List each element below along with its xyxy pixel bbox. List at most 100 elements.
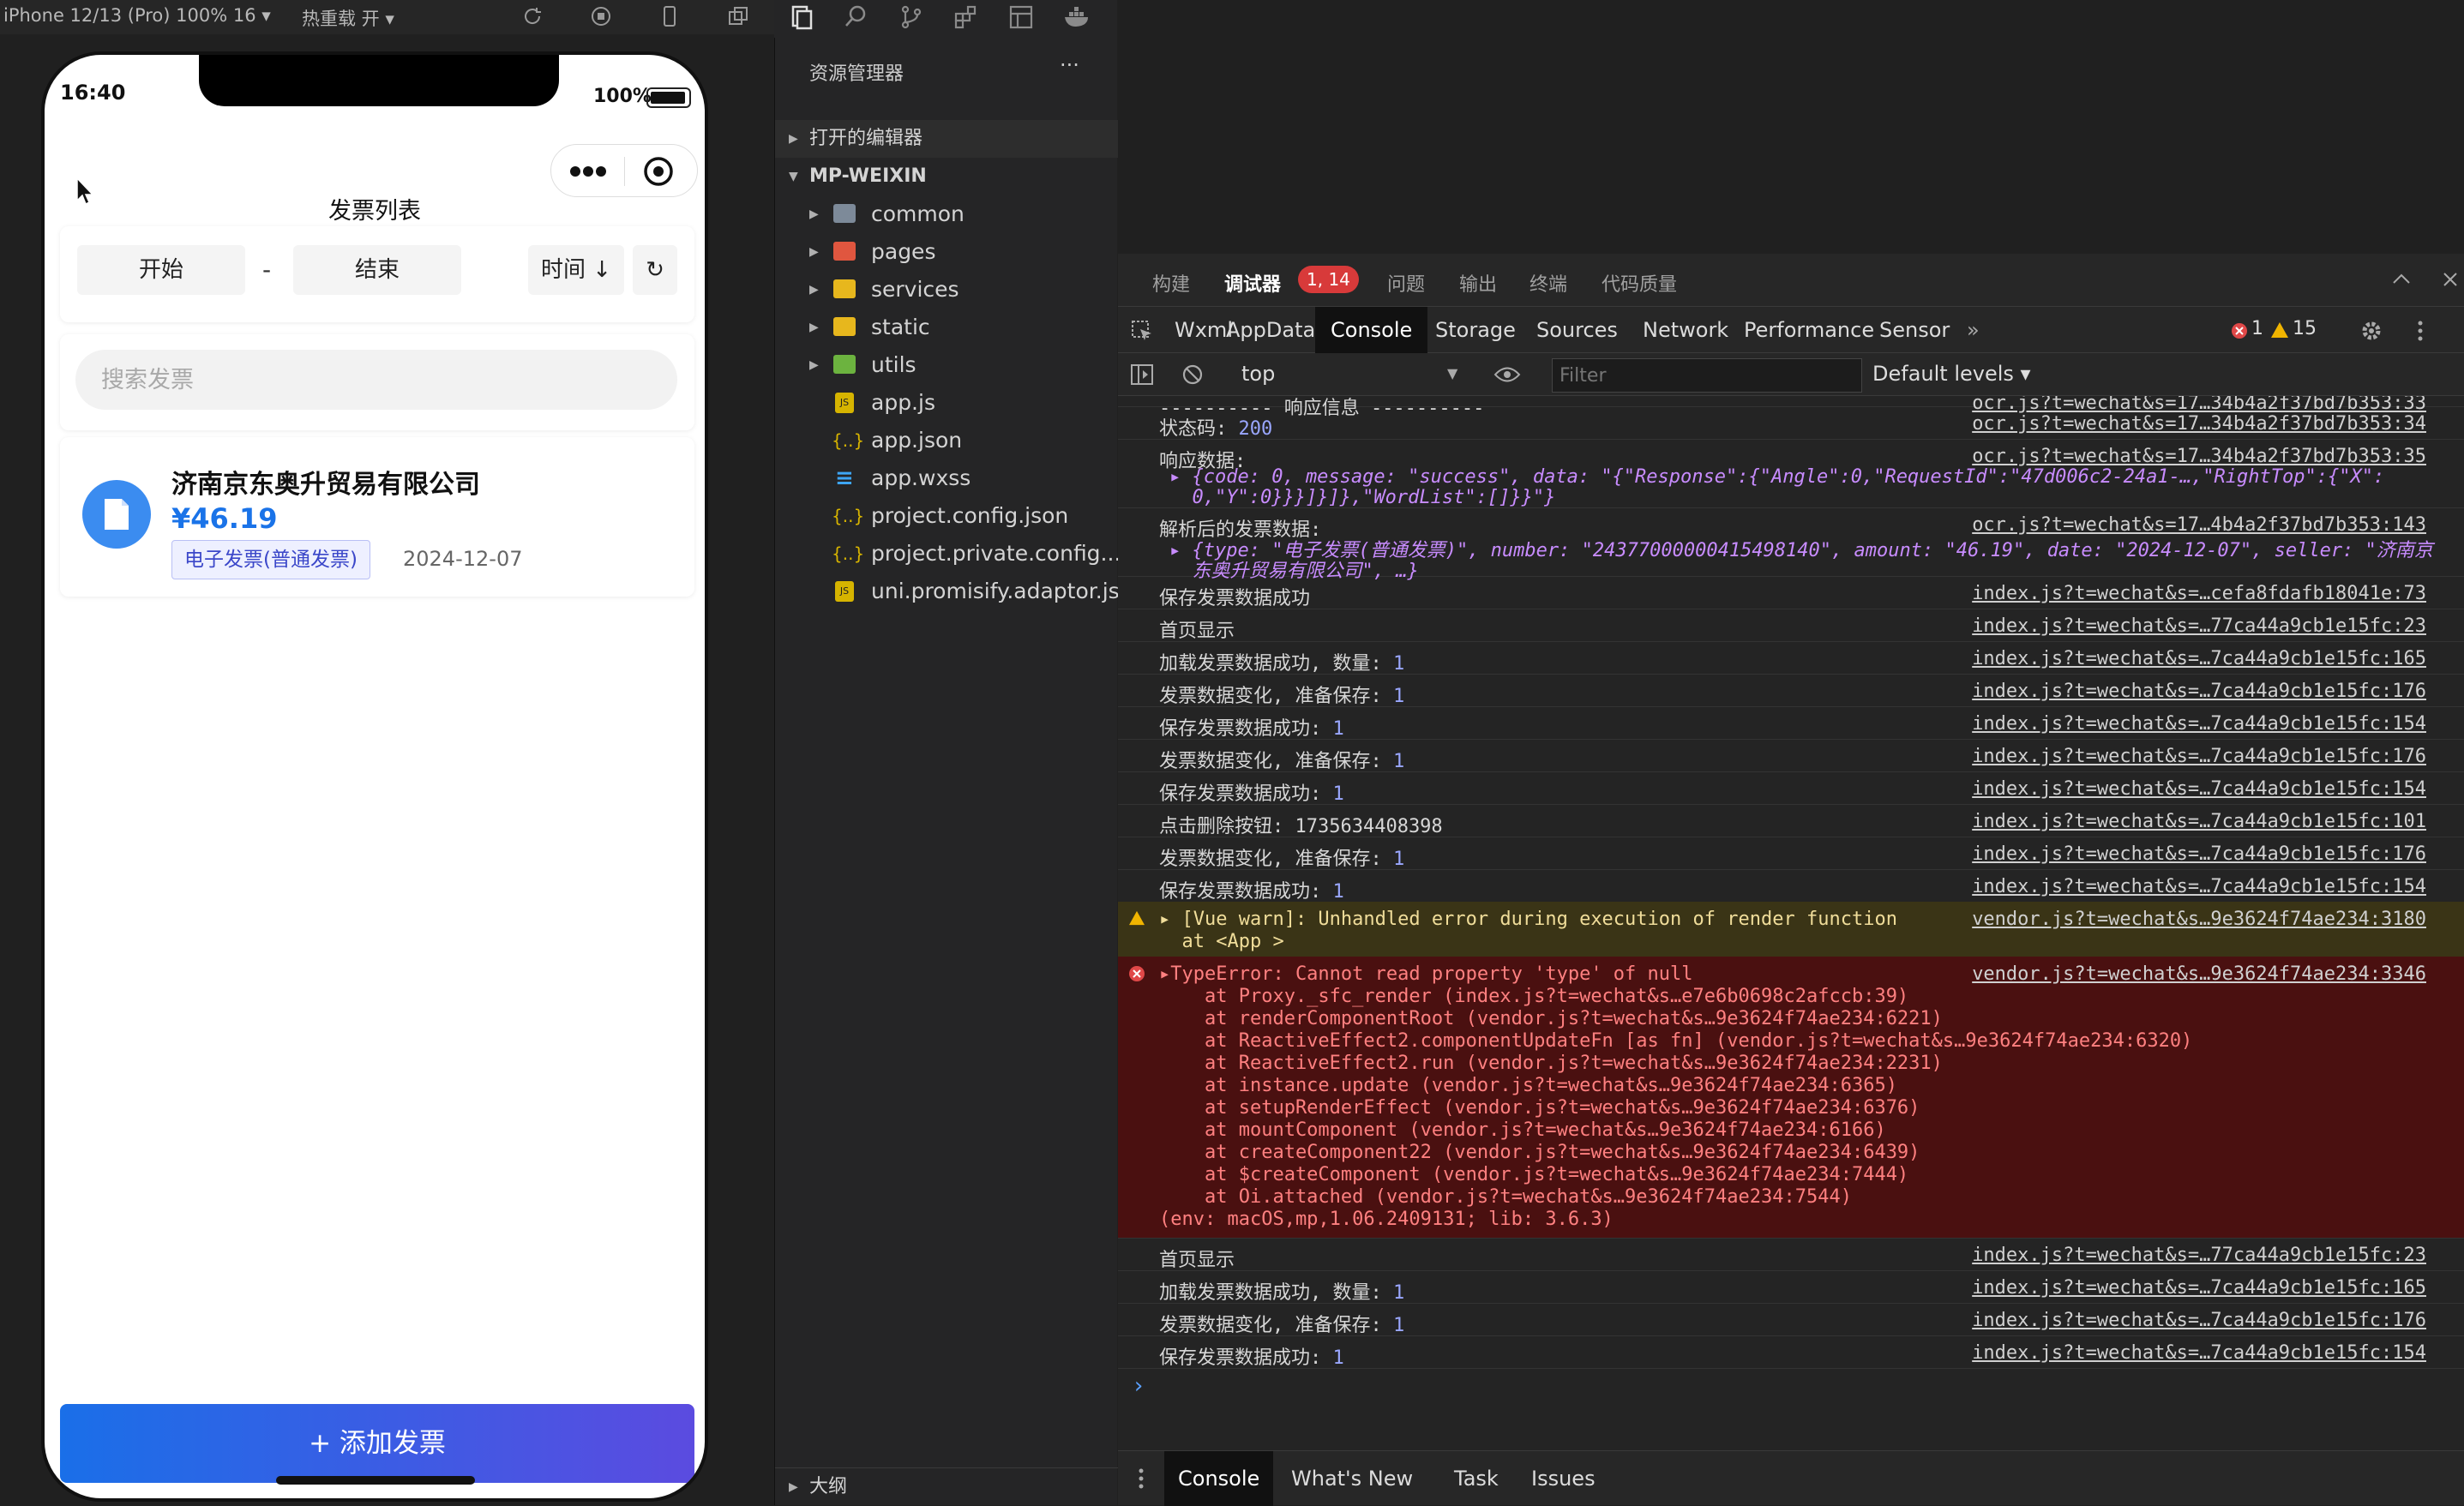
console-source-link[interactable]: index.js?t=wechat&s=…7ca44a9cb1e15fc:176 <box>1972 746 2426 767</box>
console-source-link[interactable]: ocr.js?t=wechat&s=17…34b4a2f37bd7b353:35 <box>1972 446 2426 467</box>
drawer-tab-issues[interactable]: Issues <box>1517 1451 1609 1506</box>
status-time: 16:40 <box>60 81 126 105</box>
invoice-amount: ¥46.19 <box>171 502 278 535</box>
folder-services-icon <box>833 279 856 298</box>
console-number: 1 <box>1332 881 1344 903</box>
source-control-icon[interactable] <box>898 3 925 31</box>
eye-icon[interactable] <box>1493 365 1521 384</box>
sort-time-button[interactable]: 时间 ↓ <box>528 245 624 295</box>
console-source-link[interactable]: index.js?t=wechat&s=…7ca44a9cb1e15fc:165 <box>1972 1277 2426 1299</box>
workspace-root[interactable]: ▼ MP-WEIXIN <box>775 158 1118 195</box>
drawer-tab-console[interactable]: Console <box>1164 1451 1274 1506</box>
console-filter-input[interactable] <box>1552 358 1862 393</box>
context-dropdown-icon[interactable]: ▼ <box>1447 365 1457 381</box>
tab-network[interactable]: Network <box>1627 307 1744 353</box>
console-row: 响应数据: ocr.js?t=wechat&s=17…34b4a2f37bd7b3… <box>1118 439 2464 508</box>
search-icon[interactable] <box>843 3 870 31</box>
open-editors-section[interactable]: ▶ 打开的编辑器 <box>775 120 1118 158</box>
drawer-tab-whats-new[interactable]: What's New <box>1277 1451 1427 1506</box>
context-selector[interactable]: top <box>1241 362 1275 386</box>
tab-sources[interactable]: Sources <box>1521 307 1633 353</box>
console-message: 首页显示 <box>1159 615 1235 643</box>
console-prompt[interactable]: › <box>1132 1373 1145 1399</box>
warning-count: 15 <box>2293 318 2317 339</box>
console-source-link[interactable]: index.js?t=wechat&s=…7ca44a9cb1e15fc:154 <box>1972 876 2426 897</box>
console-source-link[interactable]: index.js?t=wechat&s=…7ca44a9cb1e15fc:154 <box>1972 1342 2426 1364</box>
drawer-menu-icon[interactable] <box>1137 1467 1145 1491</box>
collapse-up-icon[interactable] <box>2392 273 2411 285</box>
more-tabs-button[interactable]: » <box>1951 307 1995 353</box>
outline-section[interactable]: ▶ 大纲 <box>775 1467 1118 1506</box>
console-message: 状态码: 200 <box>1159 413 1272 441</box>
console-source-link[interactable]: index.js?t=wechat&s=…7ca44a9cb1e15fc:176 <box>1972 1310 2426 1331</box>
end-date-button[interactable]: 结束 <box>293 245 461 295</box>
close-target-icon[interactable] <box>642 155 675 188</box>
explorer-more-button[interactable]: ··· <box>1060 53 1079 77</box>
tab-console[interactable]: Console <box>1315 307 1428 353</box>
start-date-button[interactable]: 开始 <box>77 245 245 295</box>
console-source-link[interactable]: index.js?t=wechat&s=…7ca44a9cb1e15fc:176 <box>1972 843 2426 865</box>
console-message: 保存发票数据成功 <box>1159 583 1310 610</box>
detach-icon[interactable] <box>727 5 749 27</box>
files-icon[interactable] <box>788 3 815 31</box>
warning-count-icon <box>2271 322 2288 338</box>
sidebar-toggle-icon[interactable] <box>1130 363 1154 386</box>
console-message-text: 发票数据变化, 准备保存: <box>1159 751 1393 772</box>
console-source-link[interactable]: index.js?t=wechat&s=…77ca44a9cb1e15fc:23 <box>1972 615 2426 637</box>
console-message-text: 加载发票数据成功, 数量: <box>1159 653 1393 675</box>
inspect-element-icon[interactable] <box>1130 319 1154 343</box>
console-source-link[interactable]: ocr.js?t=wechat&s=17…4b4a2f37bd7b353:143 <box>1972 514 2426 536</box>
tab-code-quality[interactable]: 代码质量 <box>1602 269 1677 297</box>
tab-output[interactable]: 输出 <box>1459 269 1497 297</box>
close-icon[interactable] <box>2442 271 2459 288</box>
console-source-link[interactable]: index.js?t=wechat&s=…7ca44a9cb1e15fc:154 <box>1972 713 2426 735</box>
log-levels-dropdown[interactable]: Default levels ▾ <box>1872 362 2031 386</box>
explorer-title: 资源管理器 <box>809 63 904 85</box>
drawer-tab-task[interactable]: Task <box>1440 1451 1512 1506</box>
console-toolbar: top ▼ Default levels ▾ <box>1118 353 2464 396</box>
devtools-panel-tabs: Wxml AppData Console Storage Sources Net… <box>1118 307 2464 353</box>
console-source-link[interactable]: index.js?t=wechat&s=…77ca44a9cb1e15fc:23 <box>1972 1245 2426 1266</box>
console-message: 点击删除按钮: 1735634408398 <box>1159 811 1443 838</box>
device-selector[interactable]: iPhone 12/13 (Pro) 100% 16 ▾ <box>3 5 271 26</box>
stop-icon[interactable] <box>590 5 612 27</box>
tab-appdata[interactable]: AppData <box>1211 307 1331 353</box>
console-source-link[interactable]: index.js?t=wechat&s=…cefa8fdafb18041e:73 <box>1972 583 2426 604</box>
tab-problems[interactable]: 问题 <box>1387 269 1425 297</box>
console-row: 点击删除按钮: 1735634408398 index.js?t=wechat&s… <box>1118 804 2464 837</box>
console-source-link[interactable]: index.js?t=wechat&s=…7ca44a9cb1e15fc:176 <box>1972 681 2426 702</box>
tab-sensor[interactable]: Sensor <box>1864 307 1965 353</box>
phone-icon[interactable] <box>658 5 681 27</box>
more-dots-icon[interactable] <box>567 162 610 181</box>
console-source-link[interactable]: vendor.js?t=wechat&s…9e3624f74ae234:3180 <box>1972 909 2426 930</box>
layout-icon[interactable] <box>1007 3 1035 31</box>
settings-gear-icon[interactable] <box>2359 319 2383 343</box>
console-source-link[interactable]: index.js?t=wechat&s=…7ca44a9cb1e15fc:154 <box>1972 778 2426 800</box>
console-row: 首页显示 index.js?t=wechat&s=…77ca44a9cb1e15f… <box>1118 1238 2464 1271</box>
docker-icon[interactable] <box>1062 3 1093 31</box>
hot-reload-toggle[interactable]: 热重载 开 ▾ <box>302 5 394 31</box>
console-source-link[interactable]: vendor.js?t=wechat&s…9e3624f74ae234:3346 <box>1972 963 2426 985</box>
invoice-card[interactable]: 济南京东奥升贸易有限公司 ¥46.19 电子发票(普通发票) 2024-12-0… <box>60 437 694 597</box>
console-message-text: 保存发票数据成功: <box>1159 718 1333 740</box>
clear-console-icon[interactable] <box>1181 363 1204 386</box>
console-source-link[interactable]: index.js?t=wechat&s=…7ca44a9cb1e15fc:101 <box>1972 811 2426 832</box>
search-input[interactable] <box>75 350 677 410</box>
refresh-icon[interactable] <box>521 5 544 27</box>
folder-utils-icon <box>833 355 856 374</box>
tab-debugger[interactable]: 调试器 <box>1224 269 1281 297</box>
console-row: 首页显示 index.js?t=wechat&s=…77ca44a9cb1e15f… <box>1118 609 2464 642</box>
refresh-button[interactable]: ↻ <box>633 245 677 295</box>
add-invoice-button[interactable]: + 添加发票 <box>60 1404 694 1483</box>
console-object-preview[interactable]: 0,"Y":0}}}]}]},"WordList":[]}}"} <box>1169 487 1555 508</box>
console-message: 发票数据变化, 准备保存: 1 <box>1159 843 1404 871</box>
tab-storage[interactable]: Storage <box>1420 307 1531 353</box>
warning-text: ▸ [Vue warn]: Unhandled error during exe… <box>1159 909 1897 930</box>
console-source-link[interactable]: index.js?t=wechat&s=…7ca44a9cb1e15fc:165 <box>1972 648 2426 669</box>
tab-terminal[interactable]: 终端 <box>1529 269 1567 297</box>
extensions-icon[interactable] <box>953 3 980 31</box>
tab-build[interactable]: 构建 <box>1152 269 1190 297</box>
console-object-preview[interactable]: ▸ {code: 0, message: "success", data: "{… <box>1169 466 2384 488</box>
kebab-menu-icon[interactable] <box>2416 319 2425 343</box>
console-source-link[interactable]: ocr.js?t=wechat&s=17…34b4a2f37bd7b353:34 <box>1972 413 2426 435</box>
